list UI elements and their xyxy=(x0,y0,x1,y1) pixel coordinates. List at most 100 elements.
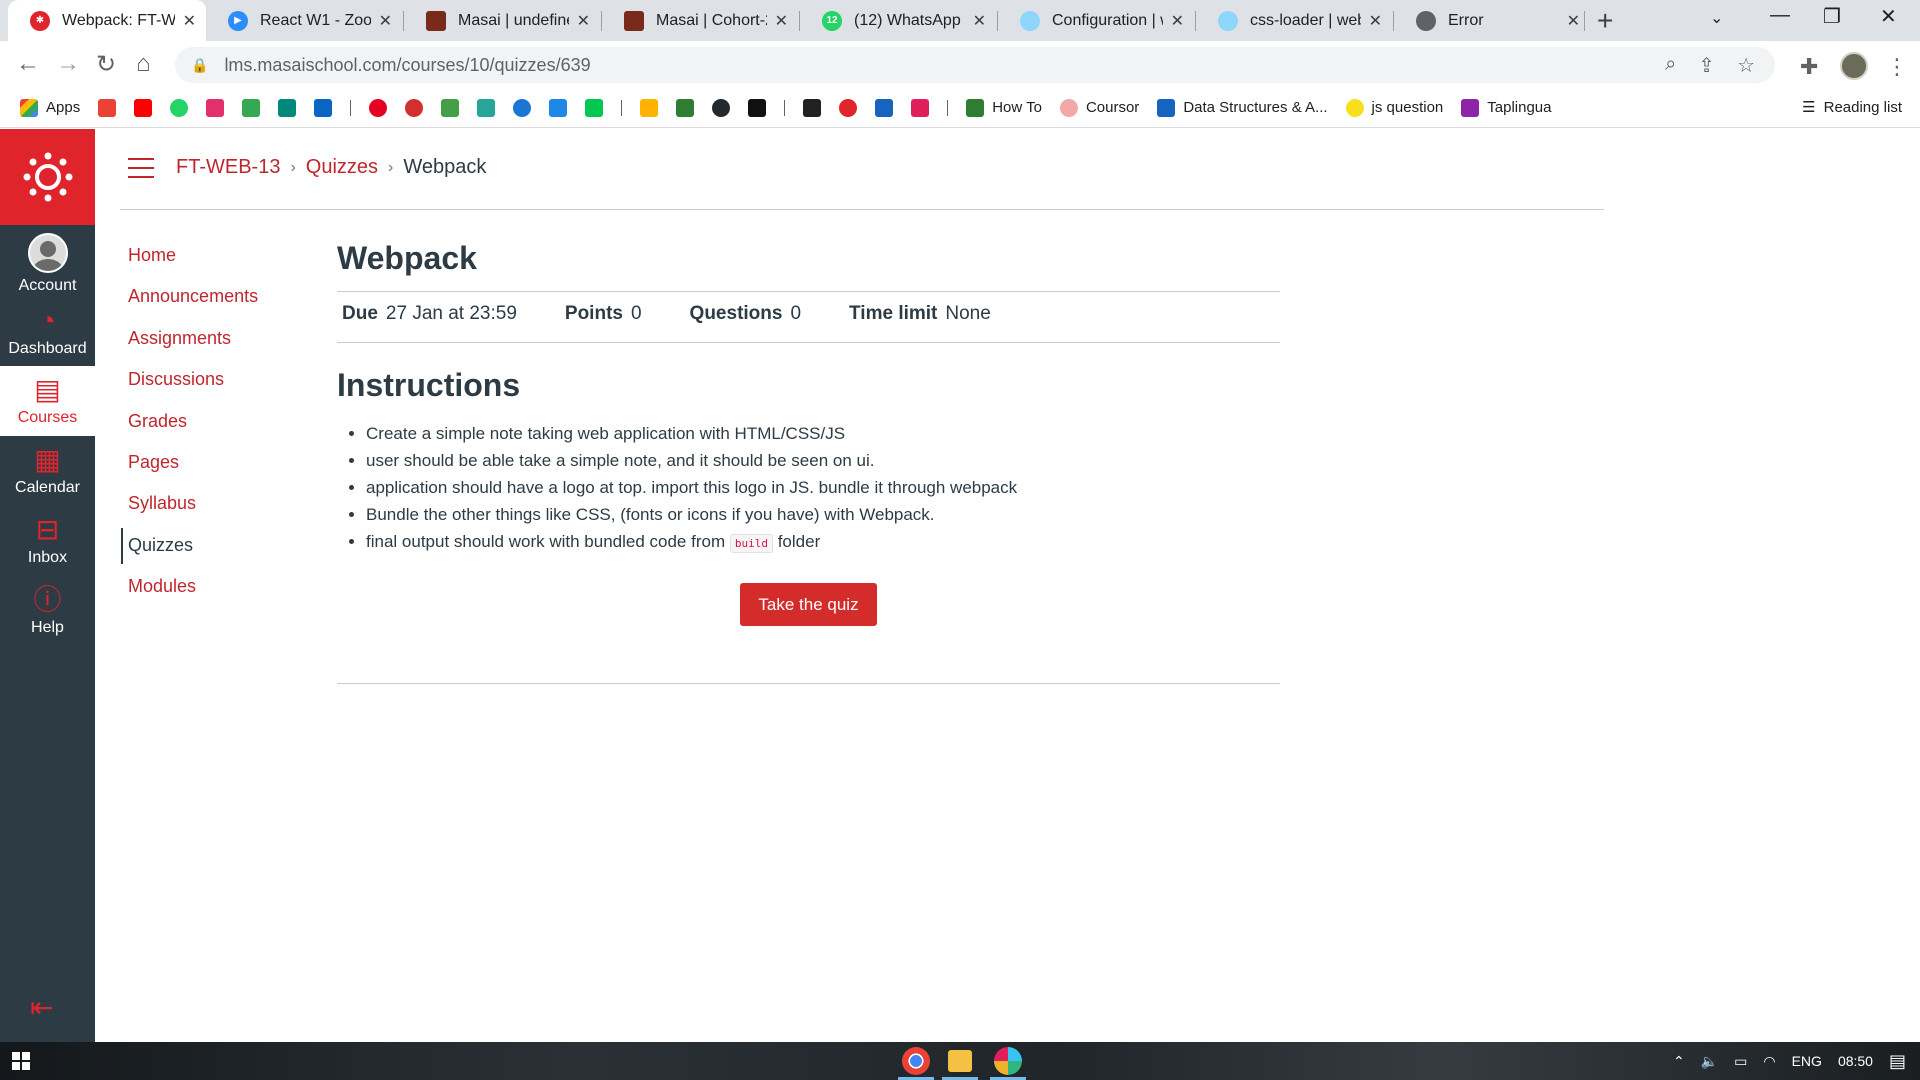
course-nav-discussions[interactable]: Discussions xyxy=(128,369,224,390)
share-icon[interactable]: ⇪ xyxy=(1698,53,1715,78)
bookmark-pinterest[interactable] xyxy=(369,98,388,117)
wifi-icon[interactable]: ◠ xyxy=(1763,1053,1775,1070)
close-tab-icon[interactable]: ✕ xyxy=(371,11,392,31)
course-nav-announcements[interactable]: Announcements xyxy=(128,286,258,307)
tab-masai-undefined[interactable]: Masai | undefined ✕ xyxy=(404,0,600,41)
bookmark-star-icon[interactable]: ☆ xyxy=(1737,53,1755,78)
close-tab-icon[interactable]: ✕ xyxy=(1163,11,1184,31)
bookmark-vue[interactable] xyxy=(585,98,604,117)
close-tab-icon[interactable]: ✕ xyxy=(569,11,590,31)
bookmark-taplingua[interactable]: Taplingua xyxy=(1461,98,1551,117)
ppa-icon xyxy=(640,98,659,117)
nav-calendar[interactable]: ▦ Calendar xyxy=(0,436,95,506)
new-tab-icon[interactable]: + xyxy=(1597,5,1613,37)
tab-whatsapp[interactable]: 12 (12) WhatsApp ✕ xyxy=(800,0,996,41)
close-tab-icon[interactable]: ✕ xyxy=(767,11,788,31)
bookmark-meet[interactable] xyxy=(278,98,297,117)
take-quiz-button[interactable]: Take the quiz xyxy=(740,583,877,626)
home-icon[interactable]: ⌂ xyxy=(136,50,151,78)
reading-list-button[interactable]: ☰ Reading list xyxy=(1802,98,1902,117)
tab-search-icon[interactable]: ⌄ xyxy=(1710,8,1723,28)
bookmark-how-to[interactable]: How To xyxy=(966,98,1042,117)
tab-webpack-config[interactable]: Configuration | webpack ✕ xyxy=(998,0,1194,41)
bookmark-gmail[interactable] xyxy=(98,98,117,117)
global-nav: Account ◔ Dashboard ▤ Courses ▦ Calendar… xyxy=(0,129,95,1042)
zoom-icon[interactable]: ⌕ xyxy=(1665,53,1676,78)
tab-label: (12) WhatsApp xyxy=(854,11,961,29)
bookmark-mail[interactable] xyxy=(875,98,894,117)
bookmark-flag[interactable] xyxy=(549,98,568,117)
breadcrumb-quizzes-link[interactable]: Quizzes xyxy=(306,156,378,179)
tab-label: React W1 - Zoom xyxy=(260,11,371,29)
bookmark-ppa[interactable] xyxy=(640,98,659,117)
bookmark-chatgpt[interactable] xyxy=(803,98,822,117)
nav-inbox[interactable]: ⊟ Inbox xyxy=(0,506,95,576)
tab-masai-cohort[interactable]: Masai | Cohort-23 ✕ xyxy=(602,0,798,41)
course-nav-pages[interactable]: Pages xyxy=(128,452,179,473)
bookmark-youtube[interactable] xyxy=(134,98,153,117)
course-nav-syllabus[interactable]: Syllabus xyxy=(128,493,196,514)
collapse-nav-icon[interactable]: ⇤ xyxy=(30,991,53,1024)
battery-icon[interactable]: ▭ xyxy=(1734,1053,1747,1070)
bookmark-data-structures[interactable]: Data Structures & A... xyxy=(1157,98,1328,117)
nav-help[interactable]: ⓘ Help xyxy=(0,576,95,646)
bookmark-apps[interactable]: Apps xyxy=(20,98,80,117)
nav-label: Account xyxy=(18,277,77,294)
windows-start-icon[interactable] xyxy=(12,1052,30,1070)
course-nav-home[interactable]: Home xyxy=(128,245,176,266)
clock[interactable]: 08:50 xyxy=(1838,1053,1873,1069)
bookmark-js-question[interactable]: js question xyxy=(1345,98,1443,117)
bookmark-green[interactable] xyxy=(477,98,496,117)
bookmark-linkedin[interactable] xyxy=(314,98,333,117)
close-tab-icon[interactable]: ✕ xyxy=(1559,11,1580,31)
chevron-up-icon[interactable]: ⌃ xyxy=(1673,1053,1685,1070)
tab-css-loader[interactable]: css-loader | webpack ✕ xyxy=(1196,0,1392,41)
chrome-taskbar-icon[interactable] xyxy=(902,1047,930,1075)
course-nav-assignments[interactable]: Assignments xyxy=(128,328,231,349)
course-nav-grades[interactable]: Grades xyxy=(128,411,187,432)
breadcrumb-course-link[interactable]: FT-WEB-13 xyxy=(176,156,280,179)
bookmark-canvas[interactable] xyxy=(839,98,858,117)
language-indicator[interactable]: ENG xyxy=(1792,1053,1822,1069)
restore-icon[interactable]: ❐ xyxy=(1823,4,1841,29)
minimize-icon[interactable]: — xyxy=(1770,4,1790,27)
volume-icon[interactable]: 🔈 xyxy=(1701,1053,1718,1070)
url-field[interactable]: 🔒 lms.masaischool.com/courses/10/quizzes… xyxy=(175,47,1775,83)
tab-webpack[interactable]: ✱ Webpack: FT-WEB-13 ✕ xyxy=(8,0,206,41)
bookmark-github[interactable] xyxy=(712,98,731,117)
close-tab-icon[interactable]: ✕ xyxy=(1361,11,1382,31)
forward-icon[interactable]: → xyxy=(56,50,80,78)
close-tab-icon[interactable]: ✕ xyxy=(175,11,196,31)
file-explorer-icon[interactable] xyxy=(948,1050,972,1072)
back-icon[interactable]: ← xyxy=(16,50,40,78)
bookmark-w[interactable] xyxy=(676,98,695,117)
bookmark-px[interactable] xyxy=(441,98,460,117)
menu-kebab-icon[interactable]: ⋮ xyxy=(1886,54,1908,80)
reload-icon[interactable]: ↻ xyxy=(96,50,116,79)
bookmark-record[interactable] xyxy=(405,98,424,117)
divider xyxy=(337,291,1280,292)
bookmark-drive[interactable] xyxy=(242,98,261,117)
course-nav-modules[interactable]: Modules xyxy=(128,576,196,597)
bookmark-slack[interactable] xyxy=(911,98,930,117)
canvas-logo[interactable] xyxy=(0,129,95,225)
bookmark-whatsapp[interactable] xyxy=(170,98,189,117)
bookmark-instagram[interactable] xyxy=(206,98,225,117)
nav-account[interactable]: Account xyxy=(0,229,95,299)
bookmark-coursor[interactable]: Coursor xyxy=(1059,98,1139,117)
bookmark-codepen[interactable] xyxy=(748,98,767,117)
nav-dashboard[interactable]: ◔ Dashboard xyxy=(0,297,95,367)
course-menu-toggle-icon[interactable] xyxy=(128,158,154,180)
course-nav-quizzes[interactable]: Quizzes xyxy=(128,535,193,556)
notifications-icon[interactable]: ▤ xyxy=(1889,1051,1906,1072)
tab-error[interactable]: Error ✕ xyxy=(1394,0,1590,41)
profile-avatar[interactable] xyxy=(1840,52,1868,80)
bookmark-bot[interactable] xyxy=(513,98,532,117)
close-tab-icon[interactable]: ✕ xyxy=(965,11,986,31)
window-close-icon[interactable]: ✕ xyxy=(1880,4,1897,29)
extensions-icon[interactable]: ✚ xyxy=(1800,54,1818,80)
nav-courses[interactable]: ▤ Courses xyxy=(0,366,95,436)
tab-zoom[interactable]: ▶ React W1 - Zoom ✕ xyxy=(206,0,402,41)
udemy-icon xyxy=(1157,98,1176,117)
slack-taskbar-icon[interactable] xyxy=(994,1047,1022,1075)
